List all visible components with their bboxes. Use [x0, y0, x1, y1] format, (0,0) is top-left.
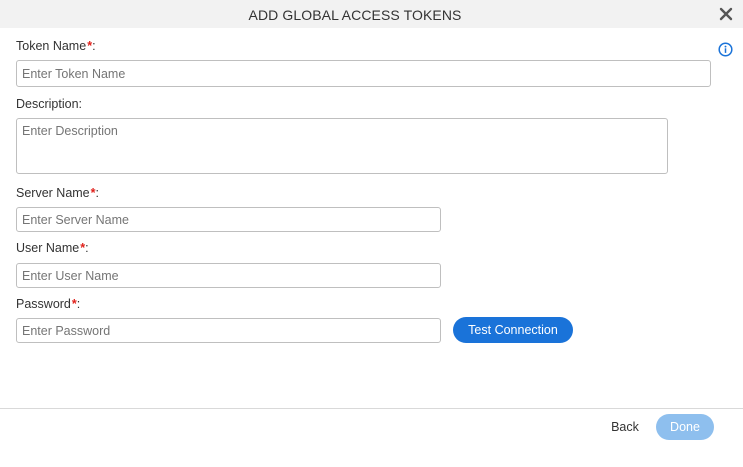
label-colon: : — [76, 297, 81, 311]
server-name-label-text: Server Name — [16, 186, 90, 200]
test-connection-button[interactable]: Test Connection — [453, 317, 573, 343]
user-name-label: User Name *: — [16, 241, 89, 255]
token-name-input[interactable] — [16, 60, 711, 87]
back-button[interactable]: Back — [603, 415, 647, 439]
label-colon: : — [92, 39, 96, 53]
user-name-input[interactable] — [16, 263, 441, 288]
info-icon[interactable] — [718, 42, 733, 57]
user-name-label-text: User Name — [16, 241, 80, 255]
add-global-access-tokens-dialog: ADD GLOBAL ACCESS TOKENS Token Name*: De… — [0, 0, 743, 467]
dialog-header: ADD GLOBAL ACCESS TOKENS — [0, 0, 743, 28]
server-name-input[interactable] — [16, 207, 441, 232]
done-button[interactable]: Done — [656, 414, 714, 440]
token-name-label: Token Name *: — [16, 39, 96, 53]
footer-divider — [0, 408, 743, 409]
label-colon: : — [85, 241, 89, 255]
password-input[interactable] — [16, 318, 441, 343]
dialog-title: ADD GLOBAL ACCESS TOKENS — [248, 7, 462, 23]
close-icon[interactable] — [716, 4, 736, 24]
description-textarea[interactable] — [16, 118, 668, 174]
label-colon: : — [95, 186, 99, 200]
token-name-label-text: Token Name — [16, 39, 87, 53]
server-name-label: Server Name *: — [16, 186, 99, 200]
password-label-text: Password — [16, 297, 71, 311]
description-label: Description: — [16, 97, 82, 111]
password-label: Password *: — [16, 297, 80, 311]
